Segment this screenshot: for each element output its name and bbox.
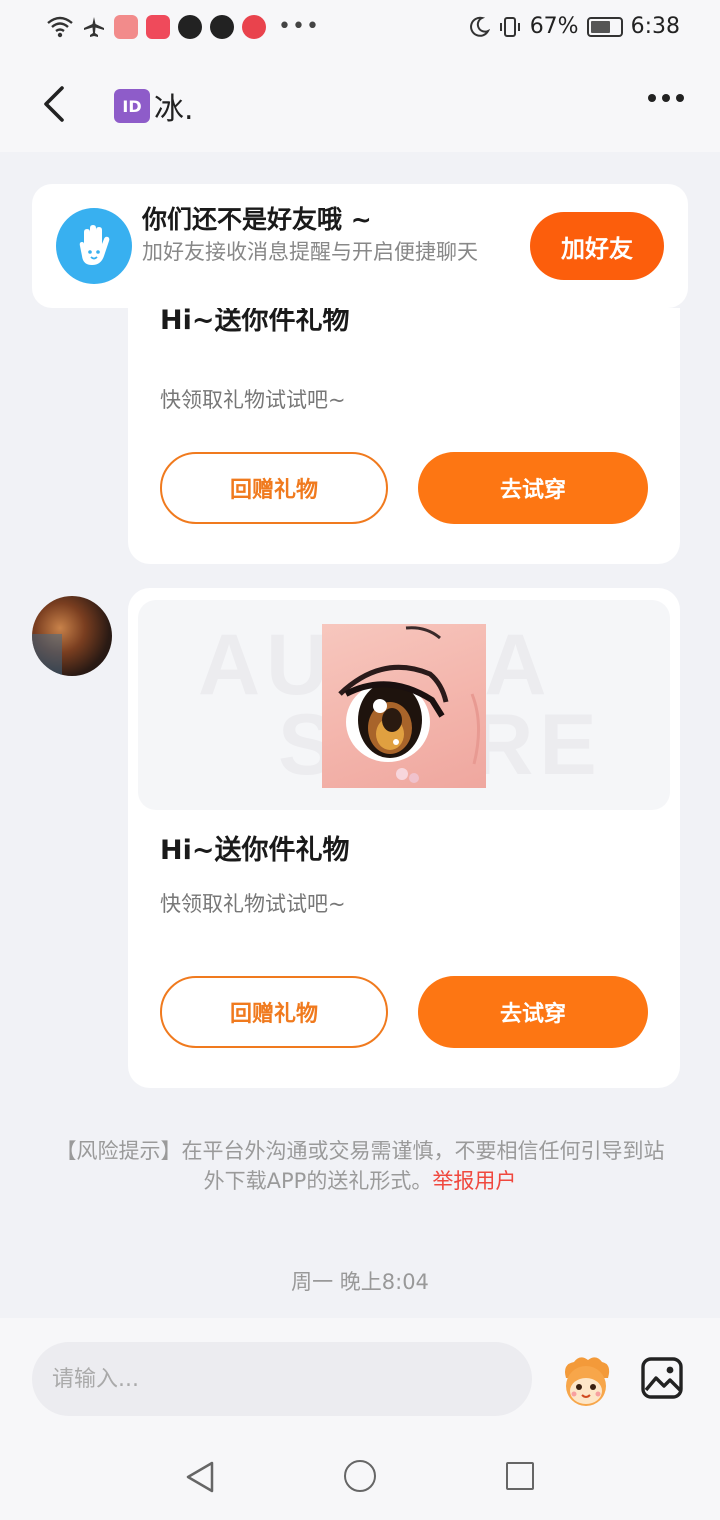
gift-title: Hi~送你件礼物 [160,835,350,866]
add-friend-button[interactable]: 加好友 [530,212,664,280]
report-user-link[interactable]: 举报用户 [432,1169,516,1193]
emoji-sticker-icon[interactable] [556,1354,616,1408]
friend-request-banner: 你们还不是好友哦 ~ 加好友接收消息提醒与开启便捷聊天 加好友 [32,184,688,308]
chat-header: ID 冰. [0,58,720,152]
gift-subtitle: 快领取礼物试试吧~ [160,892,346,916]
friend-banner-title: 你们还不是好友哦 ~ [142,205,372,234]
status-bar: ••• 67% 6:38 [0,0,720,58]
vibrate-icon [499,16,520,37]
id-badge: ID [114,89,150,123]
message-list[interactable]: Hi~送你件礼物 快领取礼物试试吧~ 回赠礼物 去试穿 AUDITA STORE [0,308,720,1318]
moon-icon [469,16,490,37]
contact-name: 冰. [154,92,194,127]
return-gift-button[interactable]: 回赠礼物 [160,976,388,1048]
tiktok-icon [210,14,234,39]
system-navigation-bar [0,1436,720,1520]
clock: 6:38 [630,14,680,39]
gift-message-card: Hi~送你件礼物 快领取礼物试试吧~ 回赠礼物 去试穿 [128,308,680,564]
message-timestamp: 周一 晚上8:04 [291,1270,429,1294]
risk-warning: 【风险提示】在平台外沟通或交易需谨慎，不要相信任何引导到站外下载APP的送礼形式… [50,1136,670,1196]
tiktok-icon [178,14,202,39]
chat-title: ID 冰. [114,84,194,128]
friend-banner-subtitle: 加好友接收消息提醒与开启便捷聊天 [142,240,478,264]
battery-percent: 67% [529,14,579,39]
input-bar [0,1318,720,1436]
app-icon [114,14,138,39]
chat-app-icon [242,14,266,39]
system-home-icon[interactable] [344,1460,376,1492]
airplane-icon [84,16,104,37]
gift-image[interactable] [322,624,486,788]
try-on-button[interactable]: 去试穿 [418,976,648,1048]
system-recents-icon[interactable] [506,1462,534,1490]
system-back-icon[interactable] [184,1460,216,1494]
back-arrow-icon[interactable] [36,82,76,126]
more-options-button[interactable] [648,94,684,102]
return-gift-button[interactable]: 回赠礼物 [160,452,388,524]
app-icon [146,14,170,39]
battery-icon [586,16,623,37]
wifi-icon [47,16,73,37]
avatar[interactable] [32,596,112,676]
waving-hand-icon [56,208,132,284]
more-dots-icon: ••• [278,14,320,39]
gift-subtitle: 快领取礼物试试吧~ [160,388,346,412]
status-bar-system: 67% 6:38 [468,14,680,39]
risk-warning-text: 【风险提示】在平台外沟通或交易需谨慎，不要相信任何引导到站外下载APP的送礼形式… [55,1139,665,1193]
try-on-button[interactable]: 去试穿 [418,452,648,524]
gift-message-card: AUDITA STORE [128,588,680,1088]
image-picker-icon[interactable] [640,1356,684,1400]
gift-preview[interactable]: AUDITA STORE [138,600,670,810]
status-bar-notifications: ••• [46,14,320,39]
gift-title: Hi~送你件礼物 [160,308,350,336]
message-input[interactable] [32,1342,532,1416]
